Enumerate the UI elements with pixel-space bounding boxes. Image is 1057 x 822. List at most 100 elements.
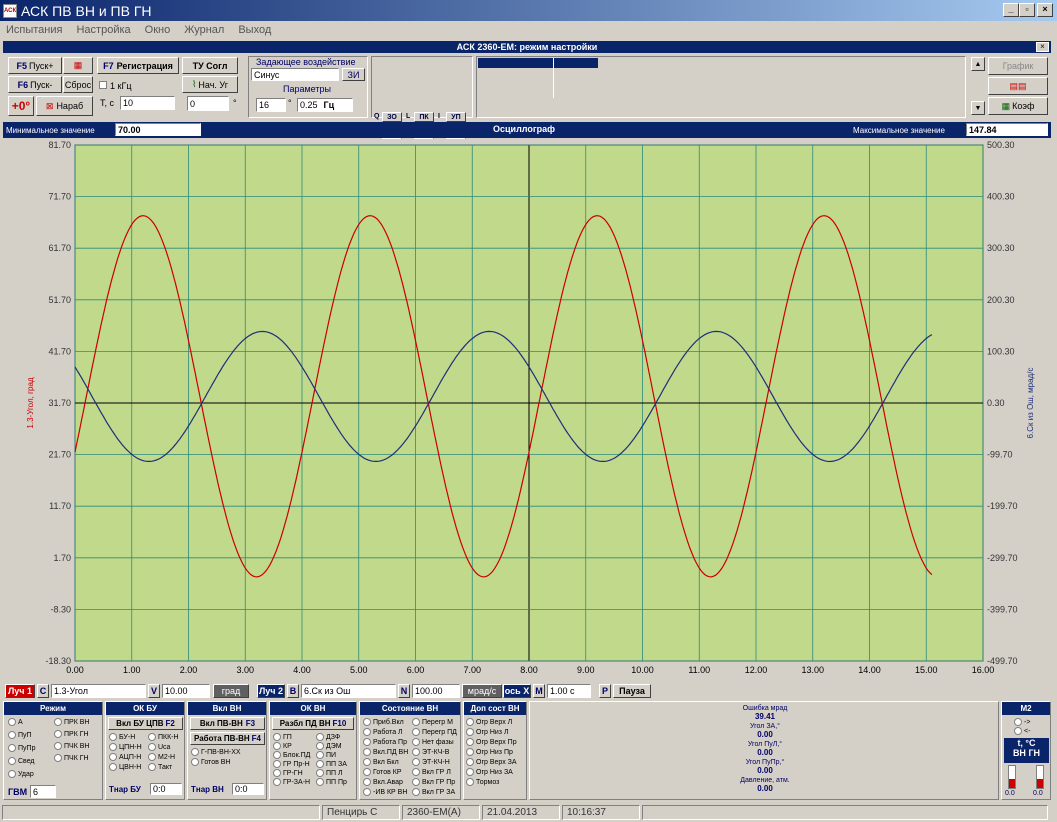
- close-button[interactable]: ×: [1037, 3, 1053, 17]
- p-button[interactable]: P: [599, 684, 611, 698]
- dopvn-radio-0[interactable]: Огр Верх Л: [466, 718, 512, 726]
- okbu2-radio-2[interactable]: М2-Н: [148, 753, 175, 761]
- dopvn-radio-3[interactable]: Огр Низ Пр: [466, 748, 513, 756]
- vkl-pv-vn-button[interactable]: Вкл ПВ-ВН F3: [190, 717, 265, 730]
- menu-okno[interactable]: Окно: [145, 24, 171, 36]
- osx-button[interactable]: ось X: [503, 684, 531, 698]
- kgts-checkbox[interactable]: 1 кГц: [99, 81, 131, 91]
- n-button[interactable]: N: [398, 684, 410, 698]
- c-button[interactable]: C: [37, 684, 49, 698]
- tu-sogl-button[interactable]: ТУ Согл: [182, 57, 238, 74]
- sostvn2-radio-3[interactable]: ЭТ-КЧ-В: [412, 748, 449, 756]
- registration-button[interactable]: F7 Регистрация: [97, 57, 179, 74]
- menu-vyhod[interactable]: Выход: [238, 24, 271, 36]
- okbu-radio-1[interactable]: ЦПН-Н: [109, 743, 142, 751]
- rezhim-radio-1[interactable]: ПуП: [8, 731, 32, 739]
- sostvn2-radio-0[interactable]: Перегр М: [412, 718, 453, 726]
- okvn-radio-2[interactable]: Блок.ПД: [273, 751, 310, 759]
- rezhim-radio-0[interactable]: А: [8, 718, 23, 726]
- time-scale-select[interactable]: 1.00 с: [547, 684, 591, 698]
- okvn2-radio-3[interactable]: ПП ЗА: [316, 760, 347, 768]
- rezhim2-radio-3[interactable]: ПЧК ГН: [54, 754, 89, 762]
- vkl-bu-button[interactable]: Вкл БУ ЦПВ F2: [108, 717, 183, 730]
- okvn-radio-0[interactable]: ГП: [273, 733, 292, 741]
- sostvn-radio-6[interactable]: Вкл.Авар: [363, 778, 403, 786]
- menu-zhurnal[interactable]: Журнал: [184, 24, 224, 36]
- key-button-0[interactable]: ЗО: [382, 112, 402, 122]
- key-button-1[interactable]: ПК: [414, 112, 434, 122]
- narab-button[interactable]: ⊠ Нараб: [36, 96, 93, 116]
- okvn2-radio-2[interactable]: ПИ: [316, 751, 336, 759]
- sostvn-radio-5[interactable]: Готов КР: [363, 768, 402, 776]
- sostvn2-radio-4[interactable]: ЭТ-КЧ-Н: [412, 758, 450, 766]
- sostvn-radio-7[interactable]: -ИВ КР ВН: [363, 788, 407, 796]
- maximize-button[interactable]: ▫: [1019, 3, 1035, 17]
- param1-input[interactable]: 16: [256, 98, 286, 112]
- sostvn2-radio-5[interactable]: Вкл ГР Л: [412, 768, 451, 776]
- dopvn-radio-6[interactable]: Тормоз: [466, 778, 499, 786]
- grafik-button[interactable]: График: [988, 57, 1048, 75]
- sostvn2-radio-6[interactable]: Вкл ГР Пр: [412, 778, 455, 786]
- okbu-radio-0[interactable]: БУ-Н: [109, 733, 135, 741]
- dopvn-radio-4[interactable]: Огр Верх ЗА: [466, 758, 517, 766]
- param2-input[interactable]: 0.25 Гц: [297, 98, 353, 112]
- okvn2-radio-1[interactable]: ДЭМ: [316, 742, 342, 750]
- channel1-select[interactable]: 1.3-Угол: [51, 684, 146, 698]
- dopvn-radio-5[interactable]: Огр Низ ЗА: [466, 768, 513, 776]
- sostvn-radio-3[interactable]: Вкл.ПД ВН: [363, 748, 408, 756]
- reset-button[interactable]: Сброс: [63, 76, 93, 93]
- inner-close-button[interactable]: ×: [1036, 42, 1049, 52]
- min-value[interactable]: 70.00: [115, 123, 201, 136]
- channel2-select[interactable]: 6.Ск из Ош: [301, 684, 396, 698]
- max-value[interactable]: 147.84: [966, 123, 1048, 136]
- grafik-icon-button[interactable]: ▤▤: [988, 77, 1048, 95]
- okvn-radio-1[interactable]: КР: [273, 742, 292, 750]
- key-button-2[interactable]: УП: [446, 112, 466, 122]
- dopvn-radio-2[interactable]: Огр Верх Пр: [466, 738, 517, 746]
- rezhim2-radio-0[interactable]: ПРК ВН: [54, 718, 89, 726]
- okvn-radio-5[interactable]: ГР-ЗА-Н: [273, 778, 310, 786]
- pusk-minus-button[interactable]: F6 Пуск-: [8, 76, 62, 93]
- rezhim-radio-4[interactable]: Удар: [8, 770, 34, 778]
- t-input[interactable]: 10: [120, 96, 175, 110]
- okbu2-radio-0[interactable]: ПКК-Н: [148, 733, 179, 741]
- okbu2-radio-1[interactable]: Uca: [148, 743, 170, 751]
- b-button[interactable]: B: [287, 684, 299, 698]
- sostvn2-radio-2[interactable]: Нет фазы: [412, 738, 454, 746]
- razbl-pd-button[interactable]: Разбл ПД ВН F10: [272, 717, 354, 730]
- okbu2-radio-3[interactable]: Такт: [148, 763, 172, 771]
- luch2-button[interactable]: Луч 2: [257, 684, 285, 698]
- minimize-button[interactable]: _: [1003, 3, 1019, 17]
- sostvn-radio-2[interactable]: Работа Пр: [363, 738, 407, 746]
- sostvn-radio-4[interactable]: Вкл Бкл: [363, 758, 399, 766]
- rezhim-radio-3[interactable]: Свед: [8, 757, 35, 765]
- vklvn-radio-0[interactable]: Г-ПВ-ВН-ХХ: [191, 748, 241, 756]
- okvn-radio-3[interactable]: ГР Пр-Н: [273, 760, 310, 768]
- v-button[interactable]: V: [148, 684, 160, 698]
- dopvn-radio-1[interactable]: Огр Низ Л: [466, 728, 509, 736]
- sostvn2-radio-1[interactable]: Перегр ПД: [412, 728, 457, 736]
- okvn2-radio-5[interactable]: ПП Пр: [316, 778, 347, 786]
- gvm-input[interactable]: 6: [30, 785, 56, 798]
- scale1-select[interactable]: 10.00: [162, 684, 210, 698]
- pause-button[interactable]: Пауза: [613, 684, 651, 698]
- pusk-plus-button[interactable]: F5 Пуск+: [8, 57, 62, 74]
- scroll-down-button[interactable]: ▼: [971, 101, 985, 115]
- angle-select[interactable]: 0: [187, 96, 229, 111]
- sostvn-radio-1[interactable]: Работа Л: [363, 728, 403, 736]
- signal-select[interactable]: Синус: [251, 68, 339, 81]
- okbu-radio-3[interactable]: ЦВН-Н: [109, 763, 141, 771]
- m2-forward-radio[interactable]: ->: [1014, 718, 1030, 726]
- okbu-radio-2[interactable]: АЦП-Н: [109, 753, 141, 761]
- m-button[interactable]: M: [533, 684, 545, 698]
- zi-button[interactable]: ЗИ: [342, 68, 365, 81]
- vklvn-radio-1[interactable]: Готов ВН: [191, 758, 230, 766]
- menu-ispytaniya[interactable]: Испытания: [6, 24, 62, 36]
- rabota-pv-vn-button[interactable]: Работа ПВ-ВН F4: [190, 732, 265, 745]
- luch1-button[interactable]: Луч 1: [5, 684, 35, 698]
- nach-ugol-button[interactable]: ⌇ Нач. Уг: [182, 76, 238, 93]
- sostvn-radio-0[interactable]: Приб.Вкл: [363, 718, 404, 726]
- rezhim-radio-2[interactable]: ПуПр: [8, 744, 35, 752]
- okvn-radio-4[interactable]: ГР-ГН: [273, 769, 303, 777]
- zero-button[interactable]: +0°: [8, 96, 34, 116]
